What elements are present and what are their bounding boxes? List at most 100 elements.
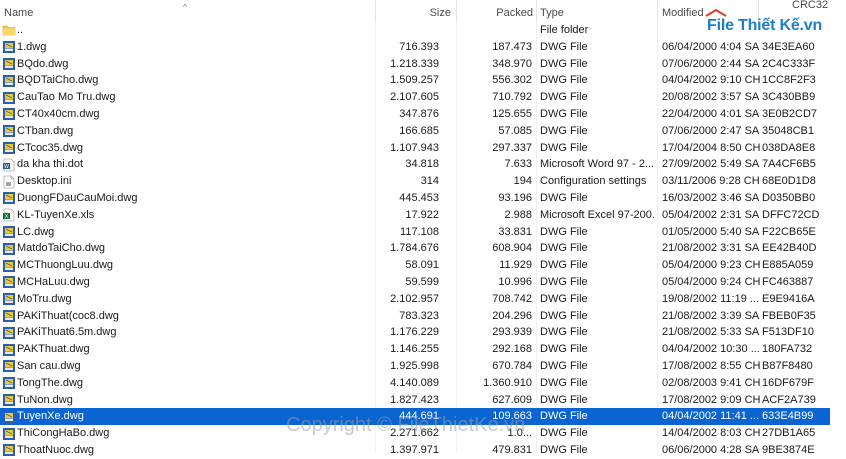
file-size: 1.218.339 (390, 57, 439, 70)
svg-text:X: X (5, 214, 9, 220)
file-packed-size: 479.831 (492, 444, 532, 456)
file-packed-size: 1.360.910 (483, 376, 532, 389)
file-type: DWG File (540, 141, 588, 154)
file-row[interactable]: MoTru.dwg 2.102.957 708.742 DWG File 19/08/2… (0, 291, 830, 308)
file-crc32: 16DF679F (762, 376, 814, 389)
file-name: ThoatNuoc.dwg (17, 444, 95, 456)
file-type: DWG File (540, 360, 588, 372)
file-name: CT40x40cm.dwg (17, 108, 100, 120)
file-type: DWG File (540, 343, 588, 356)
column-header-type[interactable]: Type (540, 0, 655, 22)
file-crc32: 34E3EA60 (762, 40, 815, 53)
file-size: 166.685 (399, 124, 439, 137)
file-row[interactable]: MCHaLuu.dwg 59.599 10.996 DWG File 05/04/200… (0, 274, 830, 291)
dwg-file-icon (2, 275, 16, 289)
file-size: 445.453 (399, 192, 439, 204)
file-row[interactable]: CTcoc35.dwg 1.107.943 297.337 DWG File 17/04… (0, 140, 830, 157)
file-name: Desktop.ini (17, 175, 72, 188)
file-modified-date: 07/06/2000 2:47 SA (662, 124, 760, 137)
file-packed-size: 194 (513, 175, 532, 188)
copyright-watermark: Copyright © FileThietKe.vn (286, 414, 526, 436)
file-modified-date: 05/04/2002 2:31 SA (662, 208, 760, 221)
file-type: DWG File (540, 225, 588, 238)
file-modified-date (662, 22, 764, 39)
file-row[interactable]: PAKiThuat(coc8.dwg 783.323 204.296 DWG File… (0, 308, 830, 325)
file-row[interactable]: Wda kha thi.dot 34.818 7.633 Microsoft Word… (0, 156, 830, 173)
file-name: TongThe.dwg (17, 376, 84, 389)
file-packed-size: 187.473 (492, 40, 532, 53)
file-type: DWG File (540, 410, 588, 423)
sort-ascending-icon: ^ (183, 2, 188, 12)
dwg-file-icon (2, 57, 16, 71)
file-name: MCHaLuu.dwg (17, 276, 90, 288)
dwg-file-icon (2, 292, 16, 306)
file-type: DWG File (540, 124, 588, 137)
file-crc32: B87F8480 (762, 360, 813, 372)
file-row[interactable]: Desktop.ini 314 194 Configuration settings 0… (0, 173, 830, 190)
file-modified-date: 03/11/2006 9:28 CH (662, 175, 760, 188)
dwg-file-icon (2, 410, 16, 424)
file-type: DWG File (540, 292, 588, 305)
file-name: MoTru.dwg (17, 292, 72, 305)
file-row[interactable]: TongThe.dwg 4.140.089 1.360.910 DWG File 02/… (0, 375, 830, 392)
file-packed-size: 10.996 (498, 276, 532, 288)
file-row[interactable]: CTban.dwg 166.685 57.085 DWG File 07/06/2000… (0, 123, 830, 140)
file-packed-size: 57.085 (498, 124, 532, 137)
column-divider[interactable] (375, 0, 376, 22)
file-row[interactable]: X KL-TuyenXe.xls 17.922 2.988 Microsoft Exce… (0, 207, 830, 224)
file-size: 34.818 (405, 158, 439, 171)
dwg-file-icon (2, 141, 16, 155)
excel-file-icon: X (2, 208, 16, 222)
file-row[interactable]: LC.dwg 117.108 33.831 DWG File 01/05/2000 5:… (0, 224, 830, 241)
file-row[interactable]: TuNon.dwg 1.827.423 627.609 DWG File 17/08/2… (0, 392, 830, 409)
dwg-file-icon (2, 309, 16, 323)
file-crc32: 35048CB1 (762, 124, 814, 137)
dwg-file-icon (2, 242, 16, 256)
file-modified-date: 04/04/2002 9:10 CH (662, 74, 761, 87)
file-row[interactable]: BQDTaiCho.dwg 1.509.257 556.302 DWG File 04/… (0, 72, 830, 89)
file-row[interactable]: 1.dwg 716.393 187.473 DWG File 06/04/2000 4:… (0, 39, 830, 56)
file-row[interactable]: PAKiThuat6.5m.dwg 1.176.229 293.939 DWG Fil… (0, 324, 830, 341)
file-type: DWG File (540, 91, 588, 104)
file-size: 58.091 (405, 259, 439, 272)
file-modified-date: 07/06/2000 2:44 SA (662, 57, 760, 70)
file-modified-date: 05/04/2000 9:24 CH (662, 276, 761, 288)
file-crc32: 038DA8E8 (762, 141, 816, 154)
file-row[interactable]: PAKThuat.dwg 1.146.255 292.168 DWG File 04/0… (0, 341, 830, 358)
file-row[interactable]: DuongFDauCauMoi.dwg 445.453 93.196 DWG File… (0, 190, 830, 207)
file-packed-size: 204.296 (492, 309, 532, 322)
dwg-file-icon (2, 359, 16, 373)
column-header-packed[interactable]: Packed (457, 0, 533, 22)
file-row[interactable]: ThoatNuoc.dwg 1.397.971 479.831 DWG File 06/… (0, 442, 830, 459)
file-row[interactable]: CauTao Mo Tru.dwg 2.107.605 710.792 DWG Fil… (0, 89, 830, 106)
file-packed-size: 670.784 (492, 360, 532, 372)
file-name: KL-TuyenXe.xls (17, 208, 95, 221)
file-type: DWG File (540, 376, 588, 389)
file-crc32: E9E9416A (762, 292, 815, 305)
file-row[interactable]: .. File folder (0, 22, 830, 39)
file-packed-size: 125.655 (492, 108, 532, 120)
file-type: Configuration settings (540, 175, 647, 188)
file-type: Microsoft Excel 97-200... (540, 208, 655, 221)
column-divider[interactable] (657, 0, 658, 22)
file-row[interactable]: CT40x40cm.dwg 347.876 125.655 DWG File 22/04… (0, 106, 830, 123)
file-name: TuNon.dwg (17, 393, 73, 406)
file-row[interactable]: MCThuongLuu.dwg 58.091 11.929 DWG File 05/04… (0, 257, 830, 274)
file-row[interactable]: BQdo.dwg 1.218.339 348.970 DWG File 07/06/20… (0, 56, 830, 73)
column-header-size[interactable]: Size (380, 0, 453, 22)
file-modified-date: 19/08/2002 11:19 ... (662, 292, 760, 305)
column-divider[interactable] (536, 0, 537, 22)
file-type: File folder (540, 24, 589, 36)
file-row[interactable]: San cau.dwg 1.925.998 670.784 DWG File 17/08… (0, 358, 830, 375)
file-name: San cau.dwg (17, 360, 81, 372)
file-modified-date: 21/08/2002 3:39 SA (662, 309, 760, 322)
file-row[interactable]: MatdoTaiCho.dwg 1.784.676 608.904 DWG File 2… (0, 240, 830, 257)
column-header-name[interactable]: Name (4, 0, 374, 22)
file-size: 17.922 (405, 208, 439, 221)
file-size: 783.323 (399, 309, 439, 322)
file-packed-size: 297.337 (492, 141, 532, 154)
file-type: DWG File (540, 309, 588, 322)
column-header-crc32[interactable]: CRC32 (792, 0, 842, 14)
file-name: 1.dwg (17, 40, 47, 53)
file-size: 1.397.971 (390, 444, 439, 456)
